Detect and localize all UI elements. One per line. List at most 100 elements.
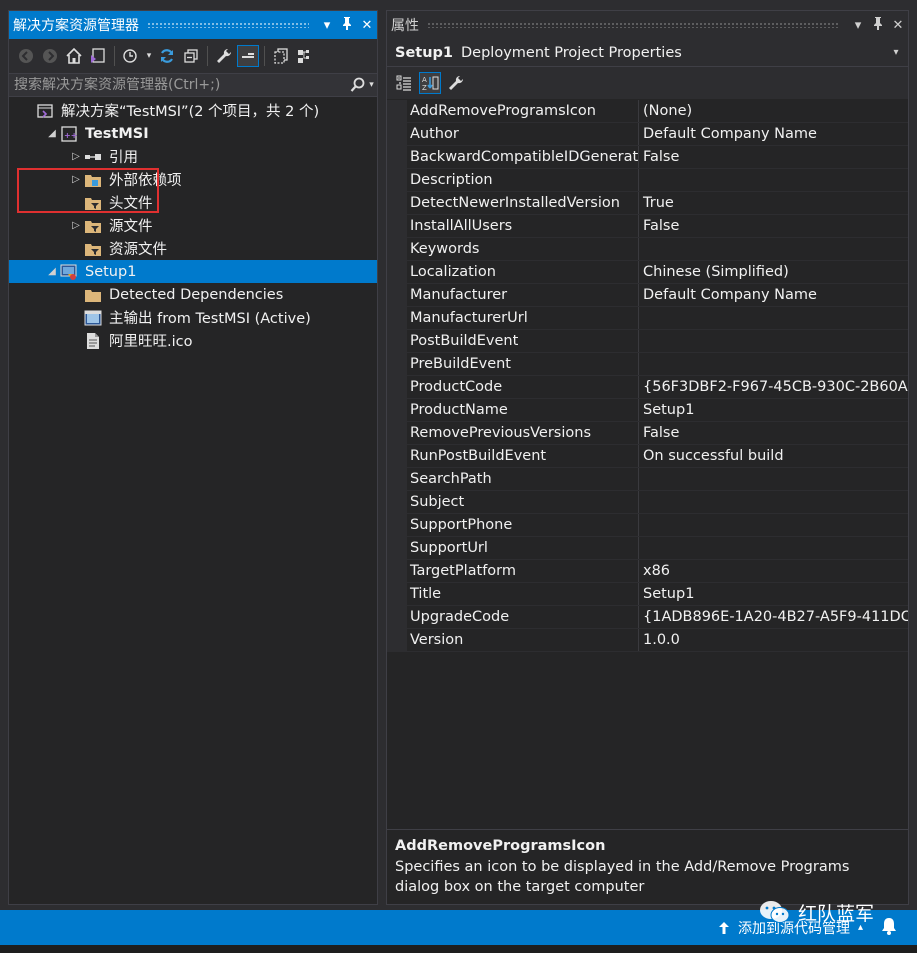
search-input[interactable] [14, 77, 347, 93]
property-name[interactable]: Localization [407, 261, 639, 283]
property-value[interactable]: True [639, 192, 908, 214]
properties-button[interactable] [213, 45, 235, 67]
property-value[interactable]: On successful build [639, 445, 908, 467]
property-row[interactable]: PreBuildEvent [387, 353, 908, 376]
property-row[interactable]: ProductName Setup1 [387, 399, 908, 422]
property-value[interactable]: Default Company Name [639, 284, 908, 306]
property-name[interactable]: ManufacturerUrl [407, 307, 639, 329]
property-row[interactable]: PostBuildEvent [387, 330, 908, 353]
tree-item[interactable]: ▷ 引用 [9, 145, 377, 168]
property-value[interactable] [639, 238, 908, 260]
window-position-dropdown-icon[interactable]: ▾ [848, 18, 868, 33]
property-name[interactable]: PreBuildEvent [407, 353, 639, 375]
property-name[interactable]: UpgradeCode [407, 606, 639, 628]
property-row[interactable]: UpgradeCode {1ADB896E-1A20-4B27-A5F9-411D… [387, 606, 908, 629]
home-button[interactable] [63, 45, 85, 67]
property-row[interactable]: RunPostBuildEvent On successful build [387, 445, 908, 468]
notifications-button[interactable] [881, 917, 897, 939]
property-value[interactable] [639, 330, 908, 352]
property-value[interactable]: Default Company Name [639, 123, 908, 145]
tree-item[interactable]: 主输出 from TestMSI (Active) [9, 306, 377, 329]
property-name[interactable]: AddRemoveProgramsIcon [407, 100, 639, 122]
property-value[interactable]: x86 [639, 560, 908, 582]
property-name[interactable]: Version [407, 629, 639, 651]
property-name[interactable]: Title [407, 583, 639, 605]
property-value[interactable]: 1.0.0 [639, 629, 908, 651]
object-selector[interactable]: Setup1 Deployment Project Properties ▾ [387, 39, 908, 67]
property-value[interactable]: {1ADB896E-1A20-4B27-A5F9-411DCI [639, 606, 908, 628]
tree-item[interactable]: ◢ Setup1 [9, 260, 377, 283]
property-row[interactable]: RemovePreviousVersions False [387, 422, 908, 445]
forward-button[interactable] [39, 45, 61, 67]
property-value[interactable]: {56F3DBF2-F967-45CB-930C-2B60A4 [639, 376, 908, 398]
pending-changes-dropdown[interactable]: ▾ [144, 45, 154, 67]
property-row[interactable]: DetectNewerInstalledVersion True [387, 192, 908, 215]
property-value[interactable]: False [639, 146, 908, 168]
property-row[interactable]: Subject [387, 491, 908, 514]
property-value[interactable] [639, 307, 908, 329]
property-value[interactable]: False [639, 422, 908, 444]
property-row[interactable]: SearchPath [387, 468, 908, 491]
property-value[interactable] [639, 353, 908, 375]
search-options-chevron-down-icon[interactable]: ▾ [369, 80, 374, 90]
tree-item[interactable]: 阿里旺旺.ico [9, 329, 377, 352]
property-row[interactable]: Description [387, 169, 908, 192]
property-name[interactable]: DetectNewerInstalledVersion [407, 192, 639, 214]
property-row[interactable]: AddRemoveProgramsIcon (None) [387, 100, 908, 123]
expanded-arrow-icon[interactable]: ◢ [45, 265, 59, 279]
tree-item[interactable]: Detected Dependencies [9, 283, 377, 306]
preview-selected-items-button[interactable] [237, 45, 259, 67]
property-name[interactable]: SearchPath [407, 468, 639, 490]
property-name[interactable]: Author [407, 123, 639, 145]
property-name[interactable]: BackwardCompatibleIDGenerat [407, 146, 639, 168]
property-value[interactable] [639, 169, 908, 191]
expanded-arrow-icon[interactable]: ◢ [45, 127, 59, 141]
pin-icon[interactable] [868, 16, 888, 34]
categorized-button[interactable] [393, 72, 415, 94]
sync-button[interactable] [156, 45, 178, 67]
property-name[interactable]: Subject [407, 491, 639, 513]
property-row[interactable]: SupportUrl [387, 537, 908, 560]
tree-item[interactable]: 头文件 [9, 191, 377, 214]
tree-item[interactable]: 资源文件 [9, 237, 377, 260]
property-value[interactable]: (None) [639, 100, 908, 122]
property-name[interactable]: Manufacturer [407, 284, 639, 306]
collapsed-arrow-icon[interactable]: ▷ [69, 173, 83, 187]
property-row[interactable]: Keywords [387, 238, 908, 261]
property-row[interactable]: Manufacturer Default Company Name [387, 284, 908, 307]
property-row[interactable]: Title Setup1 [387, 583, 908, 606]
drag-grip[interactable] [147, 22, 309, 28]
switch-views-button[interactable] [87, 45, 109, 67]
property-value[interactable]: False [639, 215, 908, 237]
show-all-files-button[interactable] [270, 45, 292, 67]
property-row[interactable]: ManufacturerUrl [387, 307, 908, 330]
close-icon[interactable]: ✕ [888, 18, 908, 33]
property-name[interactable]: SupportPhone [407, 514, 639, 536]
property-row[interactable]: Localization Chinese (Simplified) [387, 261, 908, 284]
property-row[interactable]: Author Default Company Name [387, 123, 908, 146]
property-name[interactable]: Keywords [407, 238, 639, 260]
collapsed-arrow-icon[interactable]: ▷ [69, 219, 83, 233]
window-position-dropdown-icon[interactable]: ▾ [317, 18, 337, 33]
property-value[interactable] [639, 537, 908, 559]
drag-grip[interactable] [427, 22, 840, 28]
property-name[interactable]: RunPostBuildEvent [407, 445, 639, 467]
property-row[interactable]: BackwardCompatibleIDGenerat False [387, 146, 908, 169]
property-value[interactable]: Chinese (Simplified) [639, 261, 908, 283]
property-name[interactable]: RemovePreviousVersions [407, 422, 639, 444]
pin-icon[interactable] [337, 16, 357, 34]
property-row[interactable]: ProductCode {56F3DBF2-F967-45CB-930C-2B60… [387, 376, 908, 399]
collapsed-arrow-icon[interactable]: ▷ [69, 150, 83, 164]
tree-item[interactable]: 解决方案“TestMSI”(2 个项目，共 2 个) [9, 99, 377, 122]
property-name[interactable]: SupportUrl [407, 537, 639, 559]
property-row[interactable]: Version 1.0.0 [387, 629, 908, 652]
class-view-button[interactable] [294, 45, 316, 67]
property-pages-button[interactable] [445, 72, 467, 94]
collapse-all-button[interactable] [180, 45, 202, 67]
pending-changes-filter-button[interactable] [120, 45, 142, 67]
property-name[interactable]: Description [407, 169, 639, 191]
property-row[interactable]: TargetPlatform x86 [387, 560, 908, 583]
property-row[interactable]: InstallAllUsers False [387, 215, 908, 238]
property-name[interactable]: TargetPlatform [407, 560, 639, 582]
property-name[interactable]: InstallAllUsers [407, 215, 639, 237]
